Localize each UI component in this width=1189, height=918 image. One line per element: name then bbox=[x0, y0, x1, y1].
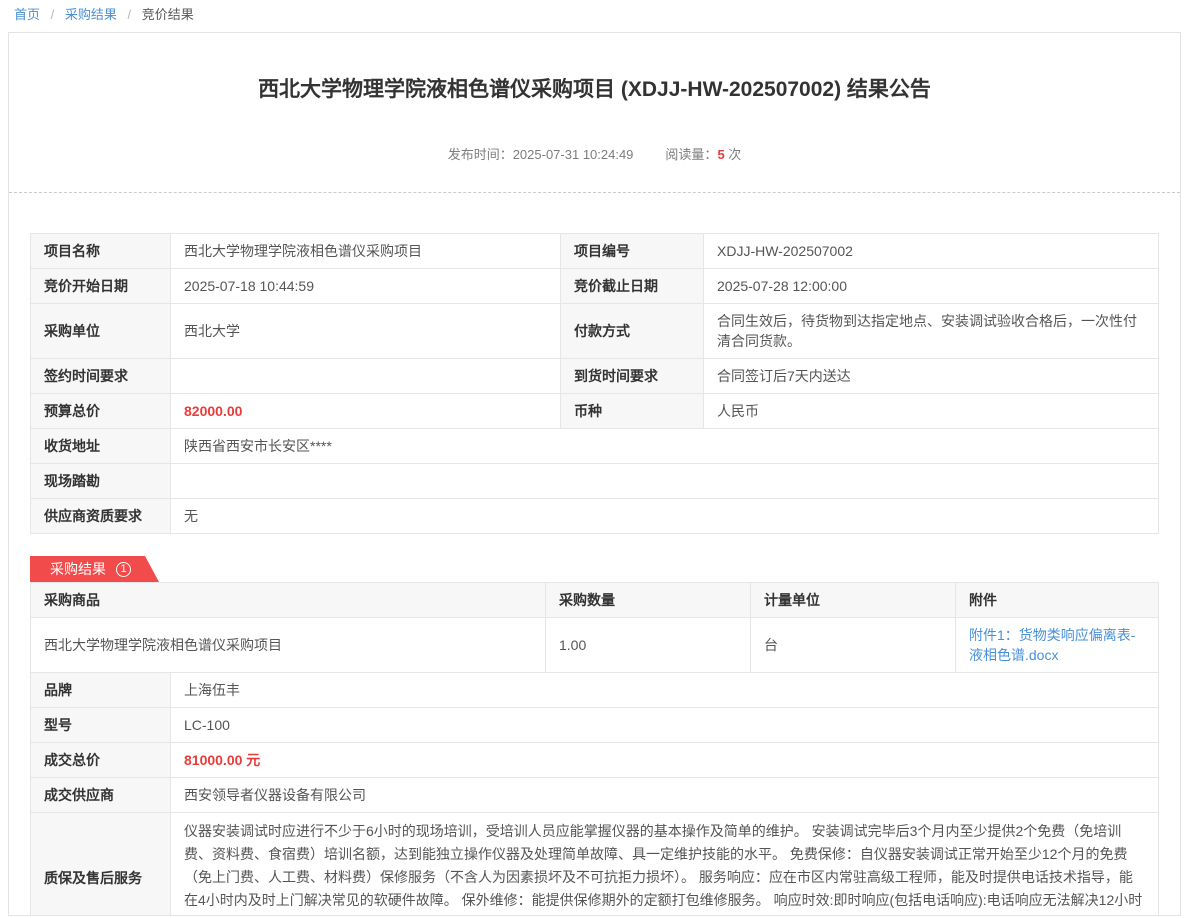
announcement-card: 西北大学物理学院液相色谱仪采购项目 (XDJJ-HW-202507002) 结果… bbox=[8, 32, 1181, 916]
table-row: 采购单位 西北大学 付款方式 合同生效后，待货物到达指定地点、安装调试验收合格后… bbox=[31, 304, 1159, 359]
info-label-bid-start-date: 竞价开始日期 bbox=[31, 269, 171, 304]
table-row: 竞价开始日期 2025-07-18 10:44:59 竞价截止日期 2025-0… bbox=[31, 269, 1159, 304]
breadcrumb-procurement-results-link[interactable]: 采购结果 bbox=[65, 7, 117, 22]
info-value-delivery-time: 合同签订后7天内送达 bbox=[704, 359, 1159, 394]
result-value-warranty-service: 仪器安装调试时应进行不少于6小时的现场培训，受培训人员应能掌握仪器的基本操作及简… bbox=[171, 813, 1159, 917]
result-label-model: 型号 bbox=[31, 708, 171, 743]
info-label-project-number: 项目编号 bbox=[561, 234, 704, 269]
table-row: 预算总价 82000.00 币种 人民币 bbox=[31, 394, 1159, 429]
publish-time-value: 2025-07-31 10:24:49 bbox=[513, 147, 634, 162]
result-value-quantity: 1.00 bbox=[546, 618, 751, 673]
info-value-supplier-qualification: 无 bbox=[171, 499, 1159, 534]
attachment-link[interactable]: 附件1：货物类响应偏离表-液相色谱.docx bbox=[969, 627, 1135, 663]
result-header-product: 采购商品 bbox=[31, 583, 546, 618]
result-count-badge: 1 bbox=[116, 562, 131, 577]
breadcrumb-separator: / bbox=[51, 7, 55, 22]
result-label-winning-supplier: 成交供应商 bbox=[31, 778, 171, 813]
publish-time-label: 发布时间： bbox=[448, 147, 513, 162]
result-table: 采购商品 采购数量 计量单位 附件 西北大学物理学院液相色谱仪采购项目 1.00… bbox=[30, 582, 1159, 916]
result-value-product: 西北大学物理学院液相色谱仪采购项目 bbox=[31, 618, 546, 673]
result-value-final-price: 81000.00 元 bbox=[171, 743, 1159, 778]
result-header-quantity: 采购数量 bbox=[546, 583, 751, 618]
result-section-header: 采购结果 1 bbox=[30, 556, 1159, 582]
result-label-warranty-service: 质保及售后服务 bbox=[31, 813, 171, 917]
table-row: 现场踏勘 bbox=[31, 464, 1159, 499]
breadcrumb-home-link[interactable]: 首页 bbox=[14, 7, 40, 22]
table-header-row: 采购商品 采购数量 计量单位 附件 bbox=[31, 583, 1159, 618]
info-label-supplier-qualification: 供应商资质要求 bbox=[31, 499, 171, 534]
result-header-attachment: 附件 bbox=[956, 583, 1159, 618]
info-label-delivery-address: 收货地址 bbox=[31, 429, 171, 464]
info-value-site-survey bbox=[171, 464, 1159, 499]
views-count: 5 bbox=[717, 147, 724, 162]
project-info-table: 项目名称 西北大学物理学院液相色谱仪采购项目 项目编号 XDJJ-HW-2025… bbox=[30, 233, 1159, 534]
article-header: 西北大学物理学院液相色谱仪采购项目 (XDJJ-HW-202507002) 结果… bbox=[9, 33, 1180, 192]
result-header-unit: 计量单位 bbox=[751, 583, 956, 618]
table-row: 质保及售后服务 仪器安装调试时应进行不少于6小时的现场培训，受培训人员应能掌握仪… bbox=[31, 813, 1159, 917]
table-row: 项目名称 西北大学物理学院液相色谱仪采购项目 项目编号 XDJJ-HW-2025… bbox=[31, 234, 1159, 269]
result-value-brand: 上海伍丰 bbox=[171, 673, 1159, 708]
result-section-badge: 采购结果 1 bbox=[30, 556, 159, 582]
info-label-project-name: 项目名称 bbox=[31, 234, 171, 269]
table-row: 型号 LC-100 bbox=[31, 708, 1159, 743]
info-value-payment-method: 合同生效后，待货物到达指定地点、安装调试验收合格后，一次性付清合同货款。 bbox=[704, 304, 1159, 359]
table-row: 成交总价 81000.00 元 bbox=[31, 743, 1159, 778]
result-value-unit: 台 bbox=[751, 618, 956, 673]
result-label-brand: 品牌 bbox=[31, 673, 171, 708]
table-row: 签约时间要求 到货时间要求 合同签订后7天内送达 bbox=[31, 359, 1159, 394]
announcement-content: 项目名称 西北大学物理学院液相色谱仪采购项目 项目编号 XDJJ-HW-2025… bbox=[9, 193, 1180, 916]
breadcrumb-current-bidding-results: 竞价结果 bbox=[142, 7, 194, 22]
info-value-signing-time bbox=[171, 359, 561, 394]
result-label-final-price: 成交总价 bbox=[31, 743, 171, 778]
info-value-bid-end-date: 2025-07-28 12:00:00 bbox=[704, 269, 1159, 304]
table-row: 西北大学物理学院液相色谱仪采购项目 1.00 台 附件1：货物类响应偏离表-液相… bbox=[31, 618, 1159, 673]
info-value-delivery-address: 陕西省西安市长安区**** bbox=[171, 429, 1159, 464]
info-label-bid-end-date: 竞价截止日期 bbox=[561, 269, 704, 304]
page-title: 西北大学物理学院液相色谱仪采购项目 (XDJJ-HW-202507002) 结果… bbox=[69, 76, 1120, 104]
table-row: 品牌 上海伍丰 bbox=[31, 673, 1159, 708]
info-value-budget-total: 82000.00 bbox=[171, 394, 561, 429]
info-value-bid-start-date: 2025-07-18 10:44:59 bbox=[171, 269, 561, 304]
info-value-project-name: 西北大学物理学院液相色谱仪采购项目 bbox=[171, 234, 561, 269]
views-label: 阅读量： bbox=[665, 147, 717, 162]
result-value-winning-supplier: 西安领导者仪器设备有限公司 bbox=[171, 778, 1159, 813]
result-value-model: LC-100 bbox=[171, 708, 1159, 743]
info-label-signing-time: 签约时间要求 bbox=[31, 359, 171, 394]
info-label-payment-method: 付款方式 bbox=[561, 304, 704, 359]
info-value-project-number: XDJJ-HW-202507002 bbox=[704, 234, 1159, 269]
table-row: 收货地址 陕西省西安市长安区**** bbox=[31, 429, 1159, 464]
info-label-budget-total: 预算总价 bbox=[31, 394, 171, 429]
table-row: 成交供应商 西安领导者仪器设备有限公司 bbox=[31, 778, 1159, 813]
info-value-purchasing-unit: 西北大学 bbox=[171, 304, 561, 359]
info-value-currency: 人民币 bbox=[704, 394, 1159, 429]
views-unit: 次 bbox=[728, 147, 741, 162]
result-badge-label: 采购结果 bbox=[50, 559, 106, 579]
table-row: 供应商资质要求 无 bbox=[31, 499, 1159, 534]
info-label-purchasing-unit: 采购单位 bbox=[31, 304, 171, 359]
info-label-delivery-time: 到货时间要求 bbox=[561, 359, 704, 394]
breadcrumb: 首页 / 采购结果 / 竞价结果 bbox=[0, 0, 1189, 32]
info-label-currency: 币种 bbox=[561, 394, 704, 429]
info-label-site-survey: 现场踏勘 bbox=[31, 464, 171, 499]
result-cell-attachment: 附件1：货物类响应偏离表-液相色谱.docx bbox=[956, 618, 1159, 673]
article-meta: 发布时间：2025-07-31 10:24:49 阅读量：5 次 bbox=[9, 144, 1180, 192]
breadcrumb-separator: / bbox=[128, 7, 132, 22]
